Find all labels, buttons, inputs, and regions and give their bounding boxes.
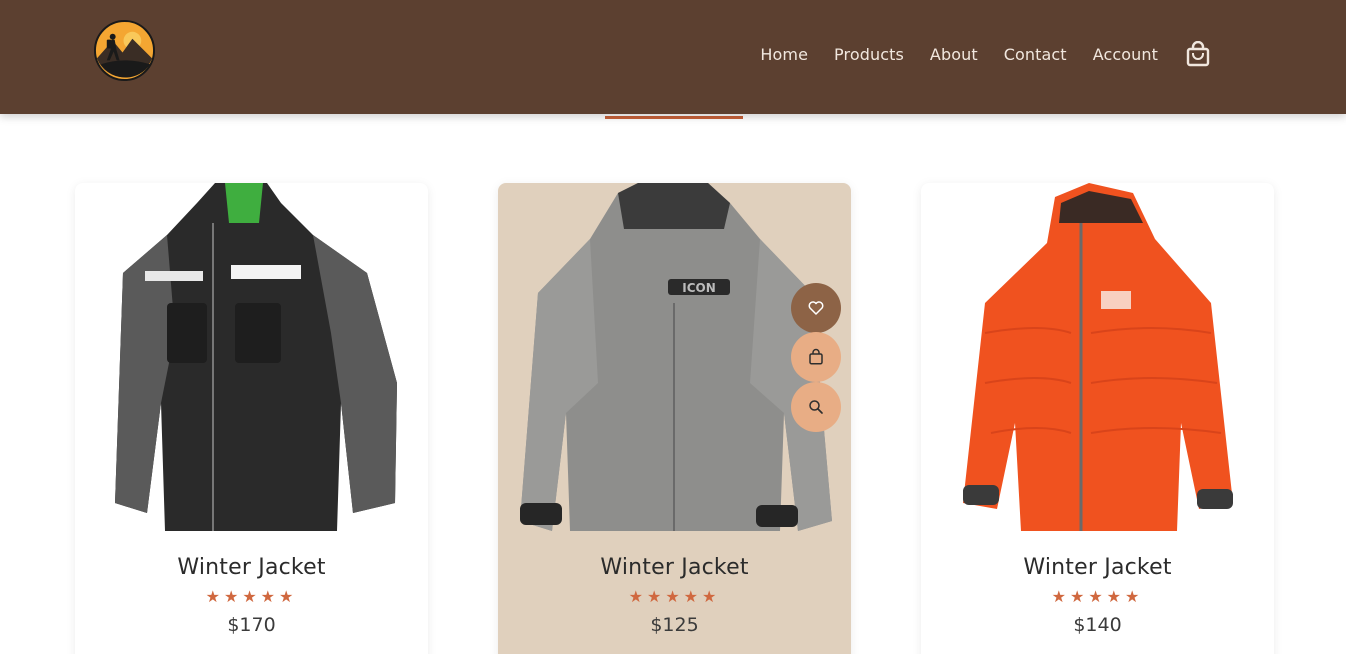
product-name[interactable]: Winter Jacket <box>921 555 1274 580</box>
product-price: $170 <box>227 614 276 636</box>
nav-home[interactable]: Home <box>760 45 808 64</box>
product-rating: ★★★★★ <box>205 587 298 606</box>
nav-about[interactable]: About <box>930 45 978 64</box>
quick-view-button[interactable] <box>791 382 841 432</box>
nav-products[interactable]: Products <box>834 45 904 64</box>
product-card[interactable]: ICON Winter Jacket ★★★★★ $125 <box>498 183 851 654</box>
product-rating: ★★★★★ <box>1051 587 1144 606</box>
svg-text:ICON: ICON <box>682 281 716 295</box>
bag-icon <box>809 348 823 365</box>
nav-contact[interactable]: Contact <box>1004 45 1067 64</box>
add-to-cart-button[interactable] <box>791 332 841 382</box>
add-to-wishlist-button[interactable] <box>791 283 841 333</box>
product-card[interactable]: Winter Jacket ★★★★★ $140 <box>921 183 1274 654</box>
product-name[interactable]: Winter Jacket <box>498 555 851 580</box>
main-nav: Home Products About Contact Account <box>760 0 1210 108</box>
section-title-underline <box>605 116 743 119</box>
product-price: $125 <box>650 614 699 636</box>
logo-icon[interactable] <box>93 19 156 82</box>
product-card[interactable]: Winter Jacket ★★★★★ $170 <box>75 183 428 654</box>
top-navbar: Home Products About Contact Account <box>0 0 1346 114</box>
product-rating: ★★★★★ <box>628 587 721 606</box>
search-icon <box>809 400 823 414</box>
nav-account[interactable]: Account <box>1093 45 1158 64</box>
product-image-orange-jacket[interactable] <box>921 183 1274 535</box>
product-price: $140 <box>1073 614 1122 636</box>
heart-icon <box>808 301 824 315</box>
product-name[interactable]: Winter Jacket <box>75 555 428 580</box>
product-image-black-jacket[interactable] <box>75 183 428 535</box>
shopping-bag-icon[interactable] <box>1186 41 1210 67</box>
